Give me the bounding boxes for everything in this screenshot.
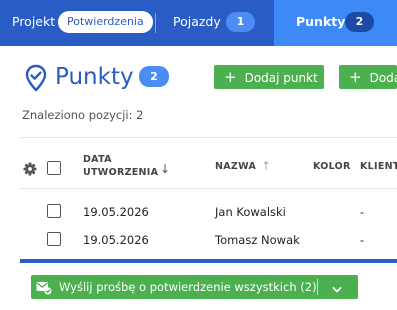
button-divider — [317, 279, 318, 295]
top-navigation-bar: Projekt Potwierdzenia Pojazdy 1 Punkty 2 — [0, 0, 397, 46]
send-confirmation-request-button[interactable]: Wyślij prośbę o potwierdzenie wszystkich… — [31, 275, 358, 299]
column-header-client[interactable]: KLIENT — [360, 160, 397, 173]
row-client: - — [360, 233, 365, 247]
sort-desc-arrow-icon[interactable]: ↓ — [160, 162, 170, 176]
row-date: 19.05.2026 — [83, 205, 149, 219]
nav-divider — [155, 13, 156, 33]
map-pin-check-icon — [24, 64, 48, 96]
scrollbar-track[interactable] — [20, 259, 397, 263]
page-title: Punkty — [55, 64, 134, 90]
tab-punkty-badge: 2 — [345, 12, 374, 32]
add-point-button[interactable]: + Dodaj punkt — [214, 65, 324, 89]
project-selector[interactable]: Potwierdzenia — [58, 11, 153, 33]
select-all-checkbox[interactable] — [47, 161, 61, 175]
plus-icon: + — [224, 68, 237, 86]
send-confirmation-request-label: Wyślij prośbę o potwierdzenie wszystkich… — [59, 280, 317, 294]
row-name[interactable]: Tomasz Nowak — [215, 233, 300, 247]
column-header-color[interactable]: KOLOR — [313, 160, 351, 173]
tab-punkty[interactable]: Punkty — [296, 14, 345, 29]
divider — [20, 188, 397, 189]
column-header-date[interactable]: DATA UTWORZENIA — [83, 153, 158, 179]
tab-pojazdy-badge: 1 — [226, 12, 255, 32]
project-label: Projekt — [12, 14, 56, 29]
add-button[interactable]: + Dodaj — [339, 65, 397, 89]
header-date-line1: DATA — [83, 154, 112, 165]
main-content: Punkty 2 + Dodaj punkt + Dodaj Znaleziono … — [0, 46, 397, 310]
sort-asc-arrow-icon[interactable]: ↑ — [261, 159, 271, 173]
divider — [20, 137, 397, 138]
row-client: - — [360, 205, 365, 219]
gear-icon[interactable] — [23, 161, 37, 180]
results-count: Znaleziono pozycji: 2 — [22, 108, 144, 122]
row-checkbox[interactable] — [47, 204, 61, 218]
row-checkbox[interactable] — [47, 232, 61, 246]
chevron-down-icon[interactable] — [331, 281, 343, 300]
row-name[interactable]: Jan Kowalski — [215, 205, 286, 219]
mail-check-icon — [36, 280, 52, 299]
row-date: 19.05.2026 — [83, 233, 149, 247]
add-label: Dodaj — [369, 71, 397, 85]
plus-icon: + — [349, 68, 362, 86]
add-point-label: Dodaj punkt — [244, 71, 318, 85]
header-date-line2: UTWORZENIA — [83, 167, 159, 178]
tab-pojazdy[interactable]: Pojazdy — [173, 14, 221, 29]
column-header-name[interactable]: NAZWA — [215, 160, 256, 173]
count-badge: 2 — [139, 66, 169, 87]
